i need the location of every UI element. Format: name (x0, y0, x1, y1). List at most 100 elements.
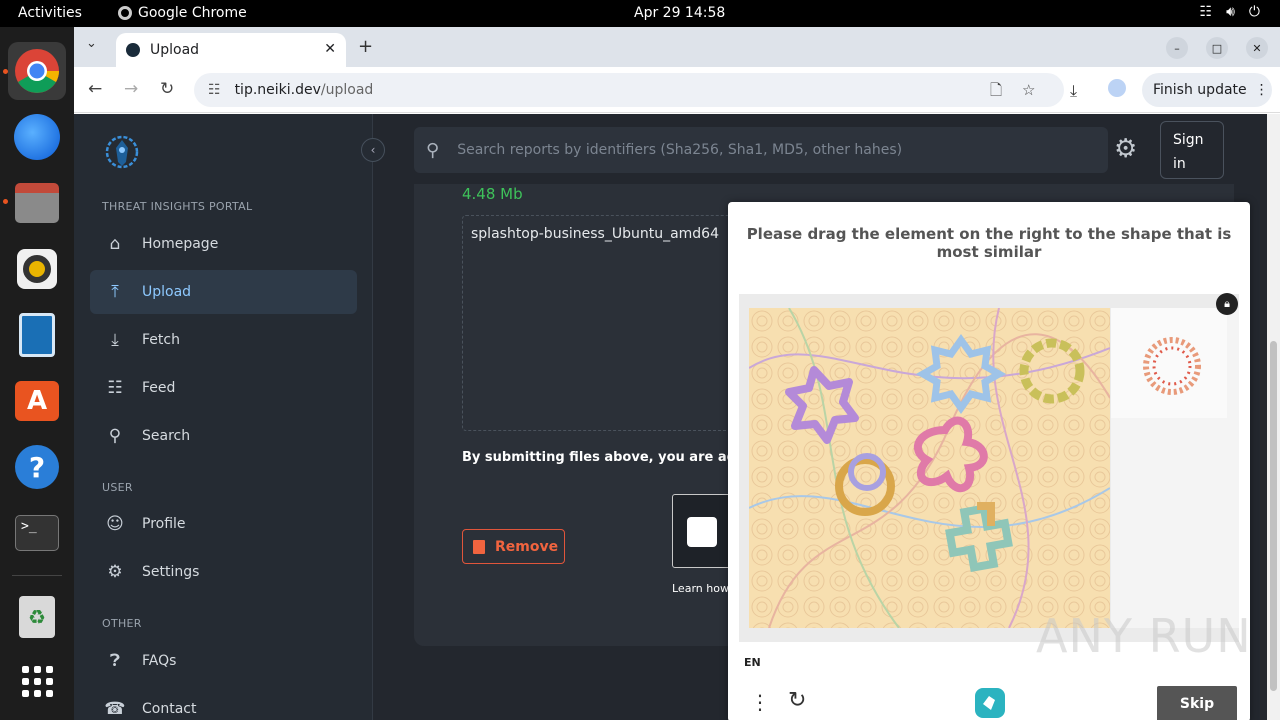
back-button[interactable]: ← (88, 79, 102, 99)
portal-logo-icon[interactable] (104, 134, 140, 170)
close-tab-icon[interactable]: ✕ (324, 41, 336, 57)
desktop: Activities Google Chrome Apr 29 14:58 ☷ … (0, 0, 1280, 720)
captcha-widget[interactable] (672, 494, 732, 568)
sidebar-item-fetch[interactable]: ⤓ Fetch (90, 318, 357, 362)
tab-strip: ⌄ Upload ✕ + – □ ✕ (74, 27, 1280, 67)
site-info-icon[interactable]: ☷ (208, 82, 221, 98)
sidebar-item-homepage[interactable]: ⌂ Homepage (90, 222, 357, 266)
file-drop-zone[interactable]: splashtop-business_Ubuntu_amd64 (462, 215, 762, 431)
home-icon: ⌂ (109, 234, 121, 254)
running-indicator (3, 199, 8, 204)
dock-help[interactable]: ? (8, 438, 66, 496)
scrollbar-thumb[interactable] (1270, 341, 1277, 691)
challenge-prompt: Please drag the element on the right to … (746, 225, 1232, 261)
shapes-canvas (749, 308, 1110, 628)
new-tab-button[interactable]: + (358, 36, 373, 57)
gear-icon: ⚙ (107, 562, 123, 582)
lock-icon: 🔒︎ (1216, 293, 1238, 315)
faq-icon: ❓︎ (109, 651, 121, 671)
section-other: OTHER (102, 617, 142, 630)
close-window-button[interactable]: ✕ (1246, 37, 1268, 59)
skip-button[interactable]: Skip (1157, 686, 1237, 720)
sidebar-item-profile[interactable]: ☺ Profile (90, 502, 357, 546)
app-menu[interactable]: Google Chrome (118, 5, 247, 21)
address-bar[interactable]: ☷ tip.neiki.dev/upload 🗋︎ ☆ (194, 73, 1064, 107)
sidebar-item-label: Profile (142, 516, 186, 532)
chrome-small-icon (118, 6, 132, 20)
page-scrollbar[interactable] (1267, 114, 1280, 720)
draggable-column (1111, 308, 1239, 628)
search-icon: ⚲ (108, 426, 122, 446)
volume-icon: 🔊︎ (1226, 4, 1235, 20)
site-favicon-icon (126, 43, 140, 57)
page-icon[interactable]: 🗋︎ (990, 73, 1002, 107)
file-size: 4.48 Mb (462, 185, 523, 203)
dock: A ? >_ ♻ (0, 27, 74, 720)
writer-icon (19, 313, 55, 357)
sidebar-item-label: FAQs (142, 653, 177, 669)
settings-gear-icon[interactable]: ⚙ (1114, 134, 1137, 164)
sidebar-item-label: Upload (142, 284, 192, 300)
sidebar-item-label: Settings (142, 564, 200, 580)
tab-title: Upload (150, 42, 200, 58)
forward-button[interactable]: → (124, 79, 138, 99)
url-host: tip.neiki.dev (234, 82, 321, 98)
menu-dots-icon[interactable]: ⋮ (750, 690, 770, 714)
download-icon[interactable]: ⤓ (1070, 81, 1077, 101)
show-apps-button[interactable] (8, 652, 66, 710)
power-icon: ⏻ (1248, 4, 1260, 20)
profile-avatar-icon[interactable] (1108, 79, 1126, 101)
challenge-image[interactable] (749, 308, 1110, 628)
dock-thunderbird[interactable] (8, 108, 66, 166)
dock-files[interactable] (8, 174, 66, 232)
language-selector[interactable]: EN (744, 656, 761, 669)
sidebar-item-label: Feed (142, 380, 176, 396)
refresh-icon[interactable]: ↻ (788, 688, 806, 713)
dock-trash[interactable]: ♻ (8, 588, 66, 646)
anyrun-watermark: ANY RUN (1036, 609, 1252, 663)
remove-button[interactable]: Remove (462, 529, 565, 564)
dock-terminal[interactable]: >_ (8, 504, 66, 562)
app-name: Google Chrome (138, 5, 247, 21)
sidebar-item-search[interactable]: ⚲ Search (90, 414, 357, 458)
search-placeholder: Search reports by identifiers (Sha256, S… (457, 142, 903, 158)
sidebar-item-faqs[interactable]: ❓︎ FAQs (90, 639, 357, 683)
dock-app-center[interactable]: A (8, 372, 66, 430)
sidebar: THREAT INSIGHTS PORTAL ⌂ Homepage ⤒ Uplo… (74, 114, 373, 720)
learn-how-link[interactable]: Learn how (672, 582, 729, 595)
sidebar-item-settings[interactable]: ⚙ Settings (90, 550, 357, 594)
chevron-left-icon: ‹ (370, 143, 376, 157)
collapse-sidebar-button[interactable]: ‹ (361, 138, 385, 162)
finish-update-button[interactable]: Finish update ⋮ (1142, 73, 1272, 107)
sidebar-item-upload[interactable]: ⤒ Upload (90, 270, 357, 314)
file-name: splashtop-business_Ubuntu_amd64 (471, 226, 719, 242)
remove-label: Remove (495, 538, 559, 555)
dock-chrome[interactable] (8, 42, 66, 100)
report-search-input[interactable]: ⚲ Search reports by identifiers (Sha256,… (414, 127, 1108, 173)
maximize-button[interactable]: □ (1206, 37, 1228, 59)
reload-button[interactable]: ↻ (160, 79, 174, 99)
upload-icon: ⤒ (111, 282, 119, 302)
dock-writer[interactable] (8, 306, 66, 364)
minimize-button[interactable]: – (1166, 37, 1188, 59)
sidebar-item-contact[interactable]: ☎ Contact (90, 687, 357, 720)
draggable-piece[interactable] (1111, 308, 1227, 418)
clock[interactable]: Apr 29 14:58 (634, 5, 725, 21)
hcaptcha-logo-icon (975, 688, 1005, 718)
dock-rhythmbox[interactable] (8, 240, 66, 298)
grid-icon (21, 665, 53, 697)
bookmark-star-icon[interactable]: ☆ (1022, 73, 1035, 107)
system-tray[interactable]: ☷ 🔊︎ ⏻ (1200, 4, 1260, 20)
sign-in-button[interactable]: Sign in (1160, 121, 1224, 179)
tab-search-button[interactable]: ⌄ (86, 36, 97, 51)
url-path: /upload (320, 82, 374, 98)
sidebar-item-label: Fetch (142, 332, 180, 348)
captcha-checkbox[interactable] (687, 517, 717, 547)
tab-upload[interactable]: Upload ✕ (116, 33, 346, 67)
running-indicator (3, 69, 8, 74)
activities-button[interactable]: Activities (18, 5, 82, 21)
search-icon: ⚲ (426, 139, 440, 161)
trash-icon (473, 539, 485, 554)
sidebar-item-feed[interactable]: ☷ Feed (90, 366, 357, 410)
sidebar-item-label: Homepage (142, 236, 219, 252)
